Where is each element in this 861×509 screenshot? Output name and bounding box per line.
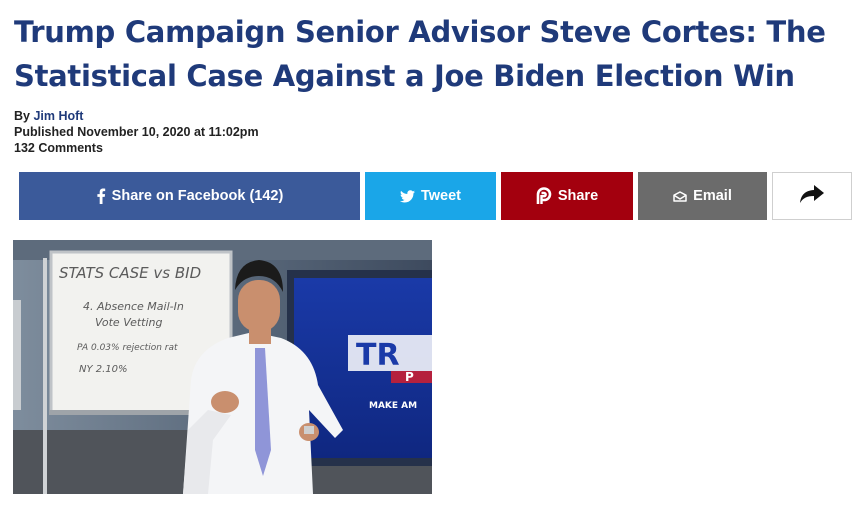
whiteboard-line-1: STATS CASE vs BID [59, 264, 201, 282]
screen-text-big: TR [356, 338, 400, 373]
parler-icon [536, 187, 552, 205]
share-facebook-button[interactable]: Share on Facebook (142) [19, 172, 360, 220]
twitter-icon [399, 189, 415, 203]
article-title: Trump Campaign Senior Advisor Steve Cort… [14, 15, 826, 93]
byline: By Jim Hoft [14, 108, 259, 124]
video-frame: TR P MAKE AM STATS CASE vs BID 4. Absenc… [13, 240, 432, 494]
whiteboard-line-2: 4. Absence Mail-In [83, 300, 184, 313]
whiteboard-line-4: PA 0.03% rejection rat [77, 343, 178, 353]
author-link[interactable]: Jim Hoft [33, 109, 83, 123]
by-prefix: By [14, 109, 30, 123]
facebook-icon [96, 188, 106, 204]
share-arrow-icon [800, 185, 824, 207]
screen-text-mid: P [405, 370, 414, 384]
screen-text-small: MAKE AM [369, 401, 417, 411]
email-button[interactable]: Email [638, 172, 767, 220]
whiteboard-line-3: Vote Vetting [95, 316, 162, 329]
more-share-button[interactable] [772, 172, 852, 220]
tweet-button[interactable]: Tweet [365, 172, 496, 220]
article-video[interactable]: TR P MAKE AM STATS CASE vs BID 4. Absenc… [13, 240, 432, 494]
whiteboard-line-5: NY 2.10% [79, 364, 128, 375]
comments-count[interactable]: 132 Comments [14, 140, 259, 156]
share-parler-label: Share [557, 188, 599, 204]
share-parler-button[interactable]: Share [501, 172, 633, 220]
published-date: Published November 10, 2020 at 11:02pm [14, 125, 259, 139]
envelope-icon [673, 190, 687, 202]
email-label: Email [693, 188, 732, 204]
share-facebook-label: Share on Facebook (142) [111, 188, 284, 204]
article-meta: By Jim Hoft Published November 10, 2020 … [14, 108, 259, 156]
tweet-label: Tweet [420, 188, 462, 204]
